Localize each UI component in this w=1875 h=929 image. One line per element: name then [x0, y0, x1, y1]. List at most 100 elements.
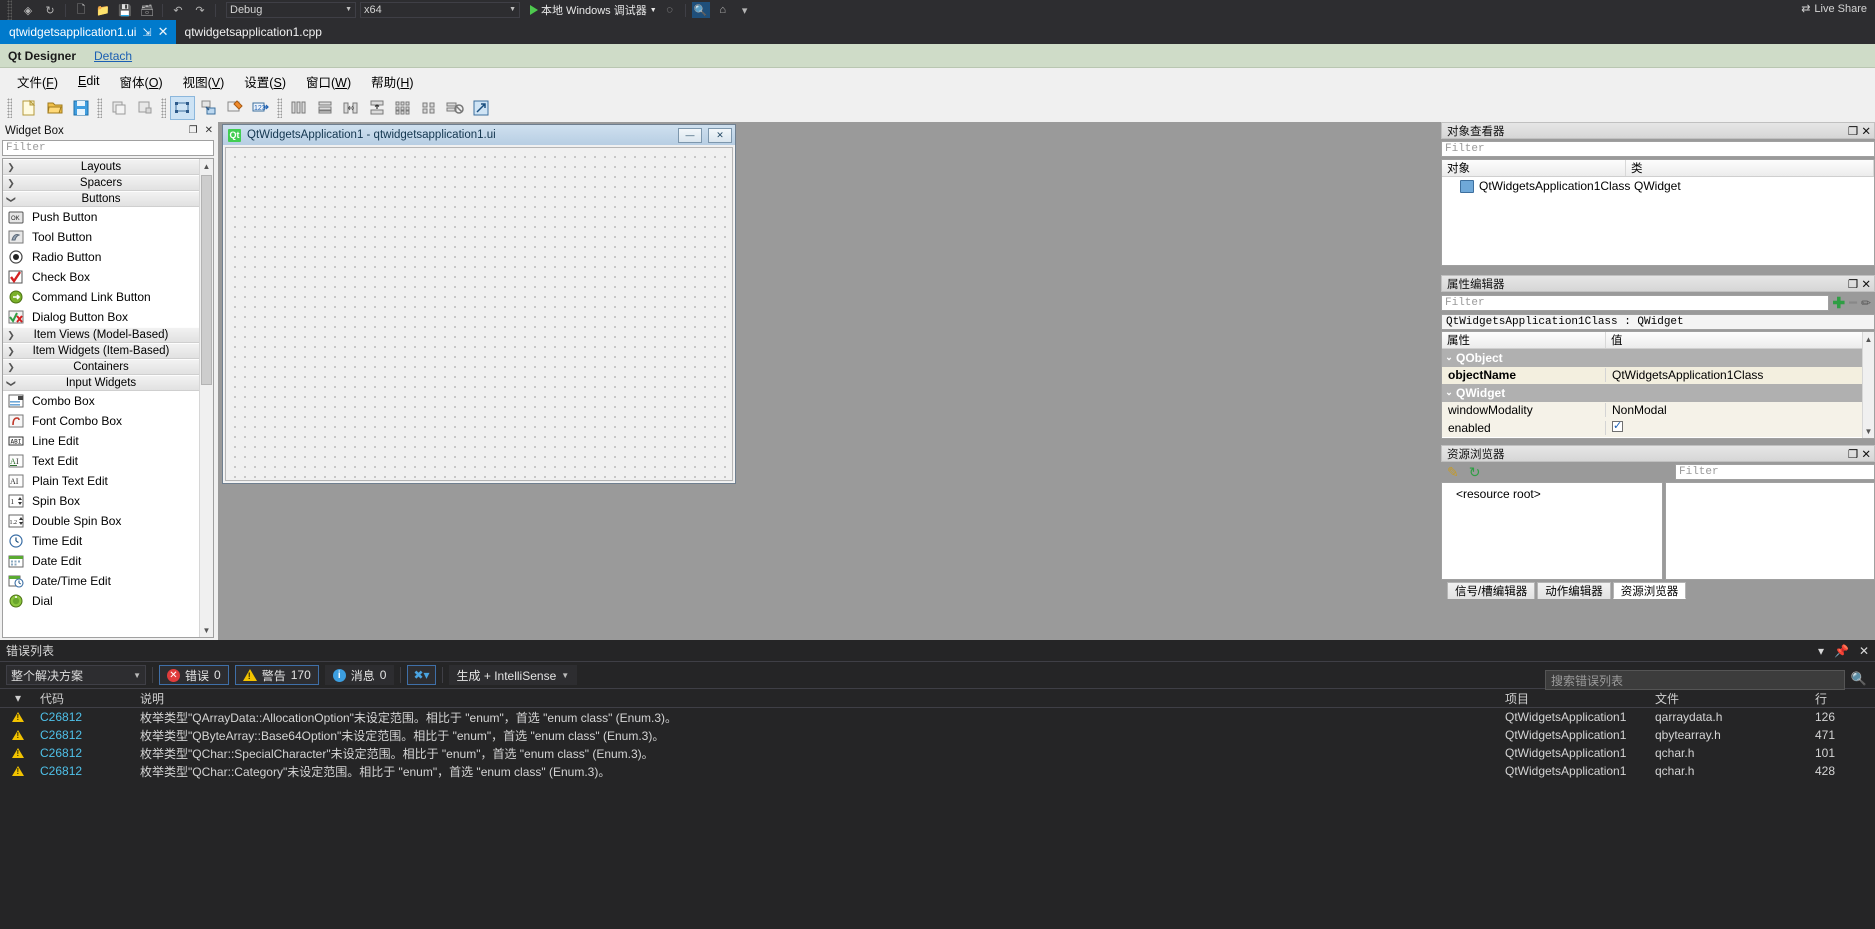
live-share-button[interactable]: ⇄ Live Share [1801, 2, 1867, 16]
error-list-row[interactable]: C26812 枚举类型"QByteArray::Base64Option"未设定范… [0, 726, 1875, 744]
object-inspector-filter-input[interactable]: Filter [1441, 141, 1875, 157]
add-dynamic-property-icon[interactable]: ✚ [1833, 294, 1846, 312]
warnings-toggle[interactable]: 警告 170 [234, 665, 319, 685]
messages-toggle[interactable]: i 消息 0 [324, 665, 395, 685]
column-header-class[interactable]: 类 [1626, 160, 1874, 176]
form-close-button[interactable]: ✕ [708, 127, 732, 143]
widget-box-filter-input[interactable]: Filter [2, 140, 214, 156]
property-row-enabled[interactable]: enabled [1442, 419, 1874, 437]
property-row-objectName[interactable]: objectName QtWidgetsApplication1Class [1442, 366, 1874, 384]
form-window[interactable]: Qt QtWidgetsApplication1 - qtwidgetsappl… [222, 124, 736, 484]
build-filter-combo[interactable]: 生成 + IntelliSense ▼ [448, 665, 578, 685]
widget-item-tool-button[interactable]: Tool Button [3, 227, 199, 247]
error-list-row[interactable]: C26812 枚举类型"QArrayData::AllocationOption"… [0, 708, 1875, 726]
widget-item-dial[interactable]: Dial [3, 591, 199, 611]
scope-combo[interactable]: 整个解决方案 ▼ [6, 665, 146, 685]
edit-buddies-button[interactable] [222, 96, 247, 120]
new-form-button[interactable] [16, 96, 41, 120]
form-design-surface[interactable] [225, 147, 733, 481]
widget-item-date-edit[interactable]: Date Edit [3, 551, 199, 571]
qt-menu-item-2[interactable]: 窗体(O) [111, 68, 172, 95]
column-header-description[interactable]: 说明 [136, 690, 1505, 707]
widget-category-containers[interactable]: ❯ Containers [3, 359, 199, 375]
widget-item-text-edit[interactable]: A I Text Edit [3, 451, 199, 471]
configure-icon[interactable]: ✏ [1861, 296, 1875, 310]
save-form-button[interactable] [68, 96, 93, 120]
layout-form-button[interactable] [416, 96, 441, 120]
table-row[interactable]: QtWidgetsApplication1Class QWidget [1442, 177, 1874, 195]
reload-icon[interactable]: ↻ [1469, 464, 1481, 481]
clear-filter-button[interactable]: ✖▾ [407, 665, 436, 685]
column-header-value[interactable]: 值 [1606, 332, 1874, 348]
column-header-code[interactable]: 代码 [36, 690, 136, 707]
error-list-row[interactable]: C26812 枚举类型"QChar::SpecialCharacter"未设定范围… [0, 744, 1875, 762]
scrollbar-thumb[interactable] [201, 175, 212, 385]
tab-qtwidgetsapplication1-cpp[interactable]: qtwidgetsapplication1.cpp [175, 20, 329, 44]
break-layout-button[interactable] [442, 96, 467, 120]
widget-box-scrollbar[interactable]: ▲ ▼ [199, 159, 213, 637]
resource-browser-filter-input[interactable]: Filter [1675, 464, 1875, 480]
qt-menu-item-3[interactable]: 视图(V) [174, 68, 234, 95]
pin-icon[interactable]: 📌 [1834, 644, 1849, 658]
property-group-qobject[interactable]: ⌄ QObject [1442, 349, 1874, 367]
qt-menu-item-5[interactable]: 窗口(W) [297, 68, 360, 95]
form-title-bar[interactable]: Qt QtWidgetsApplication1 - qtwidgetsappl… [223, 125, 735, 145]
scroll-down-icon[interactable]: ▼ [1863, 424, 1874, 438]
float-icon[interactable]: ❐ [1848, 279, 1858, 291]
column-header-property[interactable]: 属性 [1442, 332, 1606, 348]
pin-icon[interactable]: ⇲ [142, 26, 151, 39]
dropdown-icon[interactable]: ▾ [1818, 644, 1824, 658]
widget-item-time-edit[interactable]: Time Edit [3, 531, 199, 551]
redo-button[interactable] [132, 96, 157, 120]
navigate-forward-icon[interactable]: ↻ [41, 2, 59, 18]
property-editor-grid[interactable]: 属性 值 ⌄ QObject objectName QtWidgetsApplicat… [1441, 331, 1875, 439]
property-editor-filter-input[interactable]: Filter [1441, 295, 1829, 311]
property-value[interactable]: NonModal [1606, 403, 1874, 417]
edit-signals-slots-button[interactable] [196, 96, 221, 120]
widget-item-font-combo-box[interactable]: Font Combo Box [3, 411, 199, 431]
close-icon[interactable]: ✕ [1859, 644, 1869, 658]
auto-select-icon[interactable]: ◌ [661, 2, 679, 18]
dock-tab-2[interactable]: 资源浏览器 [1612, 582, 1687, 599]
widget-item-push-button[interactable]: OK Push Button [3, 207, 199, 227]
widget-item-check-box[interactable]: Check Box [3, 267, 199, 287]
edit-tab-order-button[interactable]: 123 [248, 96, 273, 120]
qt-menu-item-0[interactable]: 文件(F) [8, 68, 67, 95]
scroll-up-icon[interactable]: ▲ [1863, 332, 1874, 346]
property-value[interactable]: QtWidgetsApplication1Class [1606, 368, 1874, 382]
detach-link[interactable]: Detach [94, 49, 132, 63]
error-code-cell[interactable]: C26812 [36, 710, 136, 724]
close-icon[interactable]: ✕ [1861, 126, 1871, 138]
column-header-object[interactable]: 对象 [1442, 160, 1626, 176]
tab-qtwidgetsapplication1-ui[interactable]: qtwidgetsapplication1.ui ⇲ ✕ [0, 20, 176, 44]
widget-item-dialog-button-box[interactable]: Dialog Button Box [3, 307, 199, 327]
widget-item-plain-text-edit[interactable]: AI Plain Text Edit [3, 471, 199, 491]
new-file-icon[interactable]: 🗋 [72, 2, 90, 18]
home-icon[interactable]: ⌂ [714, 2, 732, 18]
search-icon[interactable]: 🔍 [1851, 671, 1867, 687]
widget-item-command-link-button[interactable]: Command Link Button [3, 287, 199, 307]
property-editor-scrollbar[interactable]: ▲ ▼ [1862, 332, 1874, 438]
enabled-checkbox[interactable] [1612, 420, 1623, 432]
layout-splitter-horizontal-button[interactable] [338, 96, 363, 120]
property-group-qwidget[interactable]: ⌄ QWidget [1442, 384, 1874, 402]
edit-resources-icon[interactable]: ✎ [1447, 464, 1459, 481]
save-icon[interactable]: 💾 [116, 2, 134, 18]
layout-horizontally-button[interactable] [286, 96, 311, 120]
qt-menu-item-6[interactable]: 帮助(H) [362, 68, 422, 95]
float-icon[interactable]: ❐ [189, 125, 198, 136]
adjust-size-button[interactable] [468, 96, 493, 120]
float-icon[interactable]: ❐ [1848, 449, 1858, 461]
widget-category-buttons[interactable]: ❯ Buttons [3, 191, 199, 207]
layout-splitter-vertical-button[interactable] [364, 96, 389, 120]
error-code-cell[interactable]: C26812 [36, 728, 136, 742]
widget-category-input-widgets[interactable]: ❯ Input Widgets [3, 375, 199, 391]
resource-preview-pane[interactable] [1665, 482, 1875, 580]
qt-menu-item-4[interactable]: 设置(S) [235, 68, 295, 95]
solution-platform-combo[interactable]: x64 ▼ [360, 2, 520, 18]
close-icon[interactable]: ✕ [1861, 449, 1871, 461]
widget-item-line-edit[interactable]: ABI Line Edit [3, 431, 199, 451]
overflow-icon[interactable]: ▾ [736, 2, 754, 18]
layout-vertically-button[interactable] [312, 96, 337, 120]
column-header-severity[interactable]: ▾ [0, 691, 36, 705]
